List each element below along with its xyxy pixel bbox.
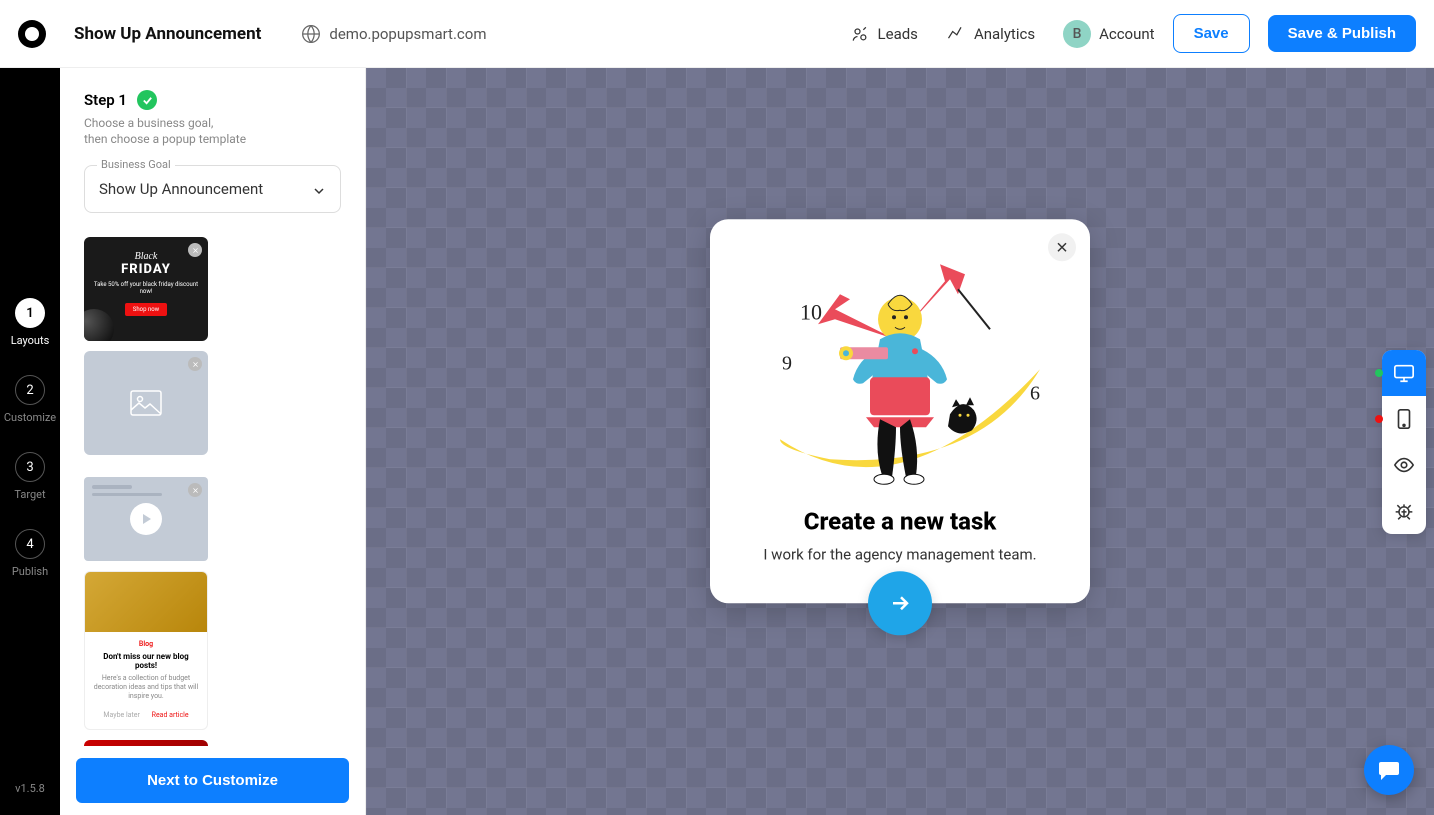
step-title: Step 1 bbox=[84, 91, 127, 109]
close-icon bbox=[188, 483, 202, 497]
goal-label: Business Goal bbox=[97, 158, 175, 171]
template-video[interactable] bbox=[84, 477, 208, 561]
globe-icon bbox=[301, 24, 321, 44]
template-blog[interactable]: Blog Don't miss our new blog posts! Here… bbox=[84, 571, 208, 730]
play-icon bbox=[130, 503, 162, 535]
preview-canvas: 10 9 6 bbox=[366, 68, 1434, 815]
bomb-icon bbox=[84, 309, 114, 341]
template-covid[interactable]: COVID-19 How We Are Coping With COVID-19… bbox=[84, 740, 208, 746]
device-toolbar bbox=[1382, 350, 1426, 534]
next-to-customize-button[interactable]: Next to Customize bbox=[76, 758, 349, 803]
rail-step-customize[interactable]: 2 Customize bbox=[4, 375, 56, 424]
popup-close-button[interactable] bbox=[1048, 233, 1076, 261]
svg-text:10: 10 bbox=[800, 299, 822, 324]
popup-subtitle: I work for the agency management team. bbox=[738, 545, 1062, 563]
analytics-icon bbox=[946, 24, 966, 44]
mobile-view-button[interactable] bbox=[1382, 396, 1426, 442]
app-logo[interactable] bbox=[18, 20, 46, 48]
image-icon bbox=[130, 390, 162, 416]
preview-button[interactable] bbox=[1382, 442, 1426, 488]
step-description: Choose a business goal, then choose a po… bbox=[84, 116, 341, 147]
desktop-view-button[interactable] bbox=[1382, 350, 1426, 396]
step-complete-icon bbox=[137, 90, 157, 110]
save-button[interactable]: Save bbox=[1173, 14, 1250, 53]
rail-step-layouts[interactable]: 1 Layouts bbox=[11, 298, 50, 347]
svg-text:6: 6 bbox=[1030, 382, 1040, 404]
close-icon bbox=[1056, 241, 1068, 253]
save-publish-button[interactable]: Save & Publish bbox=[1268, 15, 1416, 52]
goal-value: Show Up Announcement bbox=[99, 180, 326, 198]
eye-icon bbox=[1393, 454, 1415, 476]
popup-next-button[interactable] bbox=[868, 571, 932, 635]
avatar: B bbox=[1063, 20, 1091, 48]
account-link[interactable]: B Account bbox=[1063, 20, 1155, 48]
mobile-icon bbox=[1395, 408, 1413, 430]
business-goal-select[interactable]: Business Goal Show Up Announcement bbox=[84, 165, 341, 213]
debug-button[interactable] bbox=[1382, 488, 1426, 534]
leads-link[interactable]: Leads bbox=[850, 24, 918, 44]
close-icon bbox=[188, 357, 202, 371]
bug-icon bbox=[1394, 501, 1414, 521]
desktop-icon bbox=[1393, 362, 1415, 384]
layouts-panel: Step 1 Choose a business goal, then choo… bbox=[60, 68, 366, 815]
leads-icon bbox=[850, 24, 870, 44]
rail-step-target[interactable]: 3 Target bbox=[14, 452, 45, 501]
template-black-friday[interactable]: Black FRIDAY Take 50% off your black fri… bbox=[84, 237, 208, 341]
analytics-link[interactable]: Analytics bbox=[946, 24, 1035, 44]
left-rail: 1 Layouts 2 Customize 3 Target 4 Publish… bbox=[0, 68, 60, 815]
domain-text: demo.popupsmart.com bbox=[329, 25, 486, 43]
template-grid: Black FRIDAY Take 50% off your black fri… bbox=[84, 237, 341, 746]
domain-display[interactable]: demo.popupsmart.com bbox=[301, 24, 486, 44]
chat-icon bbox=[1377, 758, 1401, 782]
svg-text:9: 9 bbox=[782, 352, 792, 374]
popup-title: Create a new task bbox=[738, 507, 1062, 535]
page-title: Show Up Announcement bbox=[74, 24, 261, 44]
arrow-right-icon bbox=[887, 590, 913, 616]
popup-illustration: 10 9 6 bbox=[738, 239, 1062, 499]
header-bar: Show Up Announcement demo.popupsmart.com… bbox=[0, 0, 1434, 68]
rail-step-publish[interactable]: 4 Publish bbox=[12, 529, 48, 578]
chevron-down-icon bbox=[312, 184, 326, 198]
chat-support-button[interactable] bbox=[1364, 745, 1414, 795]
template-image-placeholder[interactable] bbox=[84, 351, 208, 455]
popup-preview[interactable]: 10 9 6 bbox=[710, 219, 1090, 603]
version-label: v1.5.8 bbox=[15, 782, 45, 795]
